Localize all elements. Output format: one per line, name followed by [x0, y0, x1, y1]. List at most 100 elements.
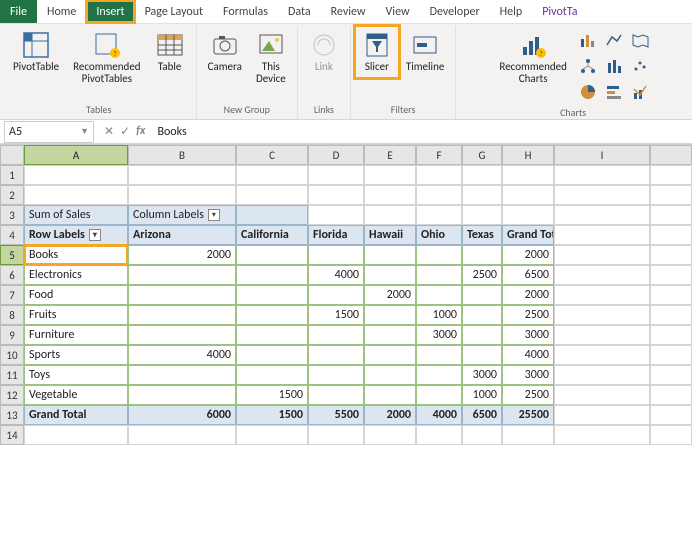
cell[interactable]: [554, 325, 650, 345]
cell[interactable]: [554, 205, 650, 225]
cell[interactable]: 4000: [128, 345, 236, 365]
cell[interactable]: [554, 185, 650, 205]
cell[interactable]: [128, 425, 236, 445]
this-device-button[interactable]: This Device: [249, 26, 293, 90]
cell[interactable]: [308, 205, 364, 225]
recommended-charts-button[interactable]: ? Recommended Charts: [492, 26, 573, 90]
cell[interactable]: 6000: [128, 405, 236, 425]
cell[interactable]: [502, 185, 554, 205]
cell[interactable]: [462, 345, 502, 365]
cell[interactable]: [462, 325, 502, 345]
cell[interactable]: [462, 165, 502, 185]
cell[interactable]: [650, 345, 692, 365]
col-arizona[interactable]: Arizona: [128, 225, 236, 245]
col-ohio[interactable]: Ohio: [416, 225, 462, 245]
cell[interactable]: [462, 305, 502, 325]
cell[interactable]: [308, 345, 364, 365]
cell[interactable]: [650, 265, 692, 285]
cell[interactable]: 2500: [502, 305, 554, 325]
cell[interactable]: [416, 345, 462, 365]
col-california[interactable]: California: [236, 225, 308, 245]
cell[interactable]: [554, 225, 650, 245]
row-header[interactable]: 11: [0, 365, 24, 385]
row-header[interactable]: 1: [0, 165, 24, 185]
cell[interactable]: [24, 185, 128, 205]
cell[interactable]: [416, 385, 462, 405]
row-sports[interactable]: Sports: [24, 345, 128, 365]
cell[interactable]: [236, 265, 308, 285]
pivot-column-labels[interactable]: Column Labels▾: [128, 205, 236, 225]
slicer-button[interactable]: Slicer: [355, 26, 399, 78]
tab-review[interactable]: Review: [321, 0, 376, 23]
cell[interactable]: [554, 305, 650, 325]
row-header[interactable]: 9: [0, 325, 24, 345]
cell[interactable]: [650, 205, 692, 225]
col-header[interactable]: C: [236, 145, 308, 165]
cell[interactable]: [462, 185, 502, 205]
cell[interactable]: 2000: [502, 285, 554, 305]
row-header[interactable]: 13: [0, 405, 24, 425]
cell[interactable]: [364, 165, 416, 185]
cell[interactable]: 4000: [308, 265, 364, 285]
cell[interactable]: [554, 165, 650, 185]
col-header[interactable]: G: [462, 145, 502, 165]
cell[interactable]: 25500: [502, 405, 554, 425]
cell[interactable]: [364, 425, 416, 445]
cell[interactable]: [650, 225, 692, 245]
cancel-icon[interactable]: ✕: [104, 124, 114, 139]
pivottable-button[interactable]: PivotTable: [6, 26, 66, 78]
cell[interactable]: [416, 185, 462, 205]
dropdown-icon[interactable]: ▾: [208, 209, 220, 221]
cell[interactable]: [24, 425, 128, 445]
cell[interactable]: [364, 325, 416, 345]
cell[interactable]: [502, 425, 554, 445]
row-vegetable[interactable]: Vegetable: [24, 385, 128, 405]
cell[interactable]: [502, 165, 554, 185]
cell[interactable]: 2000: [502, 245, 554, 265]
select-all-corner[interactable]: [0, 145, 24, 165]
col-florida[interactable]: Florida: [308, 225, 364, 245]
row-toys[interactable]: Toys: [24, 365, 128, 385]
cell[interactable]: [364, 265, 416, 285]
cell[interactable]: [554, 365, 650, 385]
cell[interactable]: [364, 345, 416, 365]
row-header[interactable]: 2: [0, 185, 24, 205]
row-books[interactable]: Books: [24, 245, 128, 265]
row-header[interactable]: 12: [0, 385, 24, 405]
cell[interactable]: [236, 165, 308, 185]
cell[interactable]: 2000: [364, 405, 416, 425]
cell[interactable]: [364, 185, 416, 205]
cell[interactable]: [416, 285, 462, 305]
cell[interactable]: 1500: [236, 385, 308, 405]
tab-help[interactable]: Help: [490, 0, 533, 23]
row-header[interactable]: 3: [0, 205, 24, 225]
row-header[interactable]: 8: [0, 305, 24, 325]
cell[interactable]: [462, 285, 502, 305]
cell[interactable]: [128, 285, 236, 305]
cell[interactable]: [650, 405, 692, 425]
dropdown-icon[interactable]: ▾: [89, 229, 101, 241]
row-header[interactable]: 6: [0, 265, 24, 285]
cell[interactable]: [128, 365, 236, 385]
cell[interactable]: [236, 365, 308, 385]
cell[interactable]: [308, 325, 364, 345]
tab-file[interactable]: File: [0, 0, 37, 23]
cell[interactable]: [650, 305, 692, 325]
pie-chart-icon[interactable]: [576, 80, 600, 104]
cell[interactable]: 1500: [236, 405, 308, 425]
cell[interactable]: 3000: [416, 325, 462, 345]
cell[interactable]: [364, 245, 416, 265]
cell[interactable]: [236, 285, 308, 305]
enter-icon[interactable]: ✓: [120, 124, 130, 139]
cell[interactable]: [128, 385, 236, 405]
cell[interactable]: [364, 205, 416, 225]
col-header[interactable]: A: [24, 145, 128, 165]
tab-data[interactable]: Data: [278, 0, 321, 23]
tab-pivottable[interactable]: PivotTa: [532, 0, 587, 23]
row-fruits[interactable]: Fruits: [24, 305, 128, 325]
cell[interactable]: [554, 405, 650, 425]
combo-chart-icon[interactable]: [628, 80, 652, 104]
cell[interactable]: [128, 185, 236, 205]
scatter-chart-icon[interactable]: [628, 54, 652, 78]
cell[interactable]: 6500: [502, 265, 554, 285]
